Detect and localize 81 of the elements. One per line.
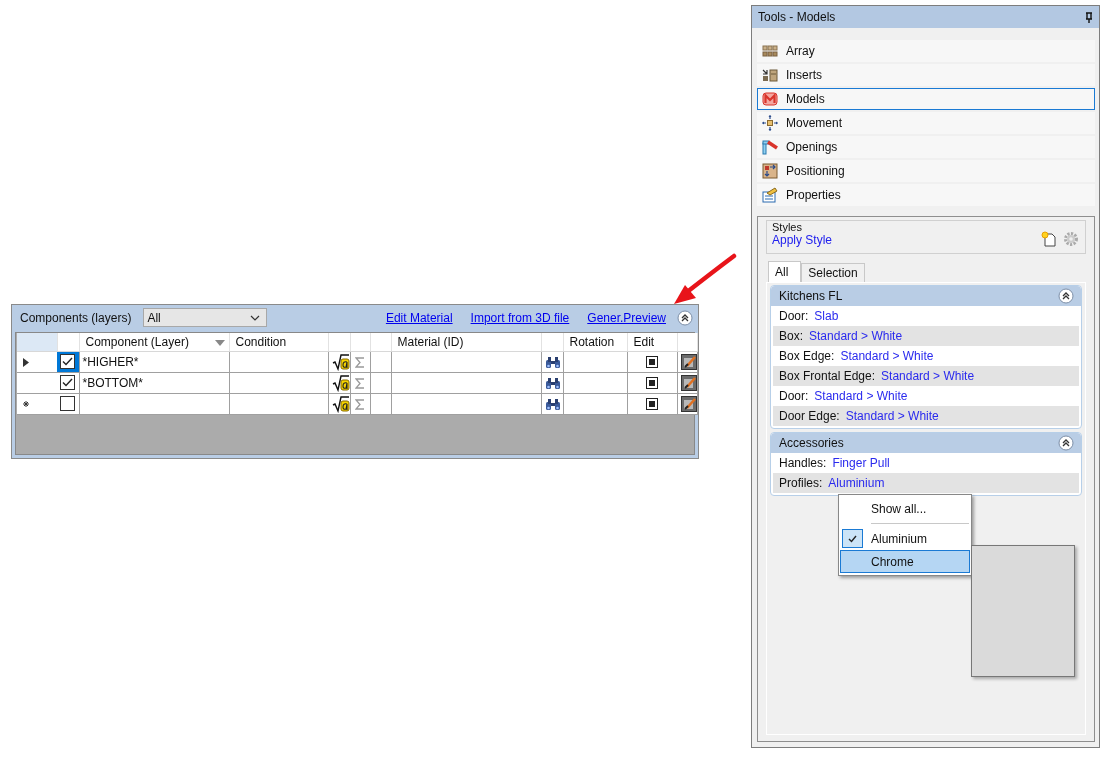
property-value-link[interactable]: Slab [814,309,839,323]
tab[interactable]: All [768,261,802,282]
property-value-link[interactable]: Standard > White [840,349,934,363]
property-label: Door: [779,389,809,403]
binoculars-icon [544,376,561,390]
apply-style-link[interactable]: Apply Style [772,233,833,247]
caret-icon [250,314,261,321]
table-cell: *BOTTOM* [79,372,229,393]
tool-item[interactable]: Movement [757,112,1095,134]
brush-icon [680,374,697,391]
menu-item[interactable]: Show all... [840,497,970,520]
tool-item[interactable]: Properties [757,184,1095,206]
section-title: Kitchens FL [779,289,843,303]
menu-item[interactable]: Chrome [840,550,970,573]
brush-icon [680,353,697,370]
column-header[interactable]: Component (Layer) [85,334,189,349]
section-title: Accessories [779,436,844,450]
property-label: Door: [779,309,809,323]
tool-item[interactable]: Inserts [757,64,1095,86]
checkbox[interactable] [60,375,76,391]
column-header[interactable]: Material (ID) [397,334,464,349]
tool-item[interactable]: Positioning [757,160,1095,182]
property-label: Profiles: [779,476,823,490]
property-label: Box Frontal Edge: [779,369,876,383]
property-label: Door Edge: [779,409,840,423]
position-icon [762,163,778,179]
new-row-icon [23,401,29,408]
property-value-link[interactable]: Standard > White [881,369,975,383]
arrow-annotation [674,253,737,304]
property-label: Handles: [779,456,827,470]
table-cell: *HIGHER* [79,351,229,372]
panel-title: Tools - Models [758,10,836,24]
tool-item[interactable]: Models [757,88,1095,110]
column-header[interactable]: Rotation [569,334,615,349]
edit-button[interactable] [646,398,658,411]
group-label: Styles [772,221,803,233]
property-value-link[interactable]: Finger Pull [832,456,890,470]
tool-item[interactable]: Array [757,40,1095,62]
grid-icon [762,43,778,59]
binoculars-icon [544,397,561,411]
new-document-icon [1041,231,1057,247]
collapse-button[interactable] [1057,434,1075,452]
row-pointer-icon [23,357,29,367]
toolbar-link[interactable]: Edit Material [385,310,453,325]
formula-icon [331,394,350,413]
pin-icon [1085,11,1093,23]
property-value-link[interactable]: Standard > White [845,409,939,423]
edit-button[interactable] [646,377,658,390]
property-label: Box Edge: [779,349,835,363]
edit-button[interactable] [646,356,658,369]
checkmark-icon [848,534,857,543]
formula-icon [331,373,350,392]
toolbar-link[interactable]: Gener.Preview [587,310,666,325]
menu-item[interactable]: Aluminium [840,527,970,550]
sigma-icon [355,356,365,368]
panel-label: Components (layers) [20,310,132,325]
sigma-icon [355,398,365,410]
ruler-icon [762,139,778,155]
brush-icon [680,395,697,412]
collapse-button[interactable] [1057,287,1075,305]
checkbox[interactable] [60,354,76,370]
tool-item[interactable]: Openings [757,136,1095,158]
binoculars-icon [544,355,561,369]
property-value-link[interactable]: Standard > White [809,329,903,343]
column-header[interactable]: Edit [633,334,655,349]
document-icon [762,187,778,203]
checkbox[interactable] [60,396,76,412]
toolbar-link[interactable]: Import from 3D file [470,310,570,325]
formula-icon [331,352,350,371]
property-label: Box: [779,329,803,343]
filter-dropdown[interactable]: All [143,308,268,327]
property-value-link[interactable]: Aluminium [828,476,885,490]
move-arrows-icon [762,115,778,131]
column-header[interactable]: Condition [235,334,287,349]
insert-icon [762,67,778,83]
property-value-link[interactable]: Standard > White [814,389,908,403]
tab[interactable]: Selection [801,263,865,282]
sigma-icon [355,377,365,389]
m-logo-icon [762,91,778,107]
settings-icon [1063,231,1079,247]
collapse-button[interactable] [676,308,694,327]
